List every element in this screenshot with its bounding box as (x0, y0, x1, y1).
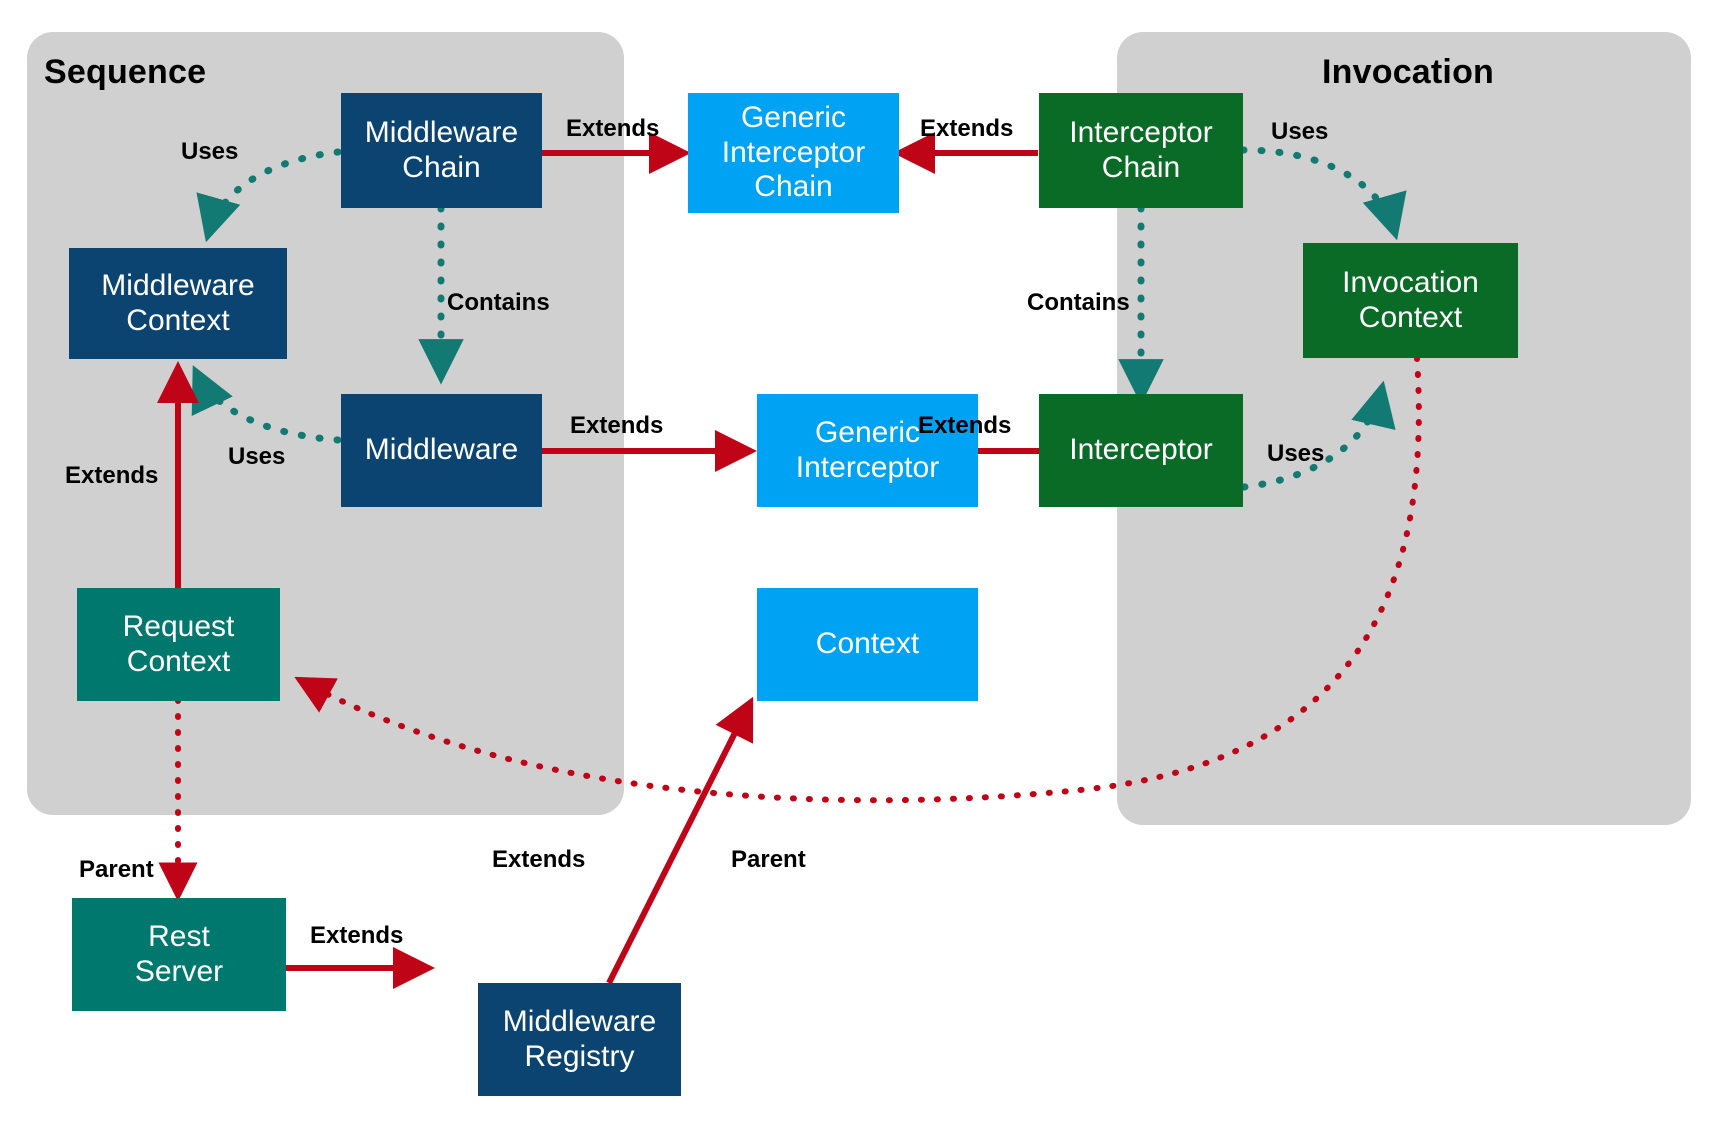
node-label-line3: Chain (754, 170, 833, 204)
panel-title-sequence: Sequence (44, 53, 207, 91)
edge-label-invcontext-parent-reqcontext: Parent (731, 846, 806, 873)
node-label-line2: Chain (1101, 150, 1181, 184)
node-label-line2: Context (126, 644, 231, 678)
node-label-line2: Context (126, 303, 230, 337)
node-label-line1: Middleware (502, 1004, 657, 1038)
node-label-line1: Request (122, 609, 235, 643)
edge-label-icchain-extends-gic: Extends (920, 115, 1014, 142)
node-middleware-registry[interactable]: Middleware Registry (478, 983, 681, 1096)
diagram-canvas: Sequence Invocation Middleware Chain Mid… (0, 0, 1720, 1144)
edge-label-ic-extends-gi: Extends (918, 412, 1012, 439)
node-label-line1: Generic (740, 100, 847, 134)
node-label-line1: Context (815, 627, 920, 661)
edge-label-mwchain-contains-mw: Contains (447, 289, 550, 316)
edge-mwregistry-extends-context (606, 696, 754, 985)
node-label-line2: Registry (524, 1039, 635, 1073)
node-middleware-chain[interactable]: Middleware Chain (341, 93, 542, 208)
node-label-line1: Rest (148, 919, 210, 953)
node-middleware-context[interactable]: Middleware Context (69, 248, 287, 359)
node-label-line1: Interceptor (1069, 433, 1213, 467)
edge-label-icchain-uses-invcontext: Uses (1271, 118, 1329, 145)
node-label-line2: Server (134, 954, 224, 988)
edge-label-mw-uses-mwcontext: Uses (228, 443, 286, 470)
node-label-line1: Interceptor (1069, 115, 1213, 149)
edge-label-reqcontext-parent-restserver: Parent (79, 856, 154, 883)
edge-label-icchain-contains-ic: Contains (1027, 289, 1130, 316)
node-rest-server[interactable]: Rest Server (72, 898, 286, 1011)
edge-label-mwregistry-extends-context: Extends (492, 846, 586, 873)
node-label-line2: Chain (402, 150, 481, 184)
edge-label-reqcontext-extends-mwcontext: Extends (65, 462, 159, 489)
node-request-context[interactable]: Request Context (77, 588, 280, 701)
edge-label-mw-extends-gi: Extends (570, 412, 664, 439)
node-label-line1: Middleware (101, 268, 255, 302)
edge-label-mwchain-extends-gic: Extends (566, 115, 660, 142)
node-middleware[interactable]: Middleware (341, 394, 542, 507)
node-label-line1: Invocation (1342, 265, 1479, 299)
panel-title-invocation: Invocation (1322, 53, 1495, 91)
node-invocation-context[interactable]: Invocation Context (1303, 243, 1518, 358)
node-label-line2: Interceptor (721, 135, 866, 169)
node-context[interactable]: Context (757, 588, 978, 701)
node-generic-interceptor-chain[interactable]: Generic Interceptor Chain (688, 93, 899, 213)
node-label-line2: Context (1358, 300, 1463, 334)
node-generic-interceptor[interactable]: Generic Interceptor (757, 394, 978, 507)
node-label-line2: Interceptor (795, 450, 940, 484)
edge-label-ic-uses-invcontext: Uses (1267, 440, 1325, 467)
edge-label-mwchain-uses-mwcontext: Uses (181, 138, 239, 165)
node-interceptor[interactable]: Interceptor (1039, 394, 1243, 507)
edge-label-restserver-extends-mwregistry: Extends (310, 922, 404, 949)
node-interceptor-chain[interactable]: Interceptor Chain (1039, 93, 1243, 208)
node-label-line1: Middleware (364, 433, 519, 467)
node-label-line1: Middleware (364, 115, 519, 149)
